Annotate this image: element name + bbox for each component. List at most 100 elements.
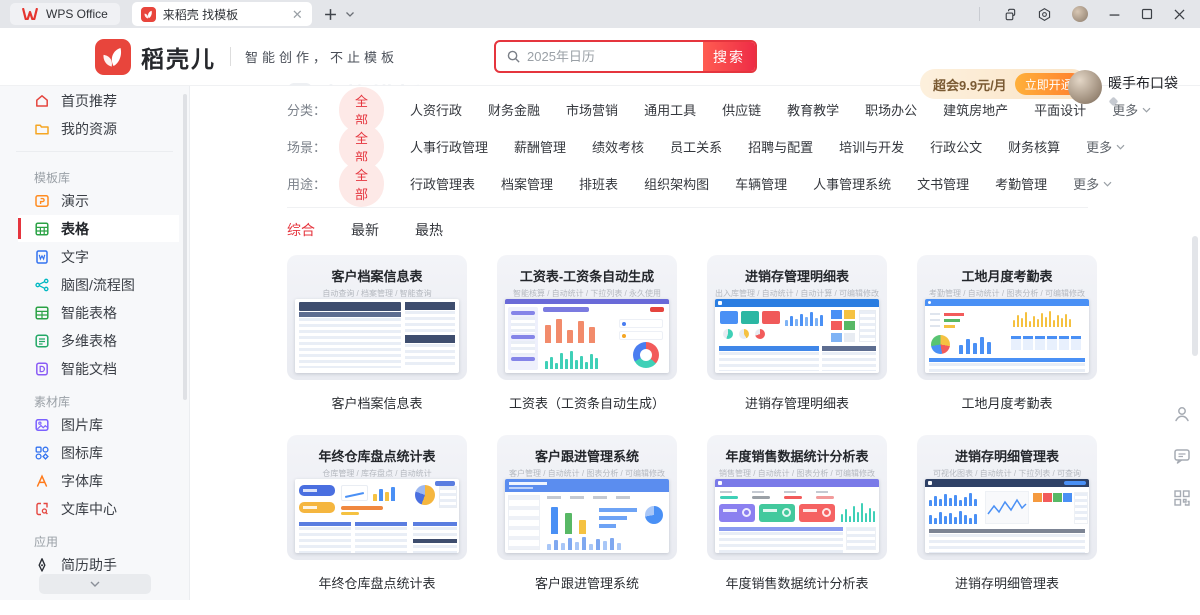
tab-wps-office[interactable]: WPS Office [10, 3, 120, 25]
sidebar-scrollbar-thumb[interactable] [183, 94, 187, 400]
qr-code-icon[interactable] [1172, 488, 1192, 508]
card-caption[interactable]: 年度销售数据统计分析表 [707, 560, 887, 615]
profile-icon[interactable] [1172, 404, 1192, 424]
card-subtitle: 考勤管理 / 自动统计 / 图表分析 / 可编辑修改 [917, 288, 1097, 299]
search-icon [506, 49, 521, 64]
tab-close-icon[interactable]: ✕ [292, 8, 303, 21]
card-preview [505, 479, 669, 553]
user-avatar[interactable] [1068, 70, 1102, 104]
filter-option[interactable]: 车辆管理 [735, 174, 787, 193]
tab-list-dropdown-icon[interactable] [345, 10, 355, 18]
folder-icon [34, 121, 50, 137]
sidebar-item-home[interactable]: 首页推荐 [18, 87, 179, 114]
window-layout-icon[interactable] [1002, 7, 1017, 22]
filter-option[interactable]: 人事管理系统 [813, 174, 891, 193]
card-caption[interactable]: 工资表（工资条自动生成） [497, 380, 677, 435]
template-card[interactable]: 年度销售数据统计分析表 销售管理 / 自动统计 / 图表分析 / 可编辑修改 [707, 435, 887, 615]
filter-option[interactable]: 通用工具 [644, 100, 696, 119]
search-input[interactable] [521, 49, 703, 64]
card-caption[interactable]: 进销存明细管理表 [917, 560, 1097, 615]
brand-tagline: 智能创作，不止模板 [230, 47, 398, 66]
card-caption[interactable]: 年终仓库盘点统计表 [287, 560, 467, 615]
card-thumbnail: 年终仓库盘点统计表 仓库管理 / 库存盘点 / 自动统计 [287, 435, 467, 560]
filter-option[interactable]: 财务金融 [488, 100, 540, 119]
filter-option[interactable]: 考勤管理 [995, 174, 1047, 193]
sidebar-item-spreadsheet[interactable]: 表格 [18, 215, 179, 242]
maximize-icon[interactable] [1141, 8, 1153, 20]
tab-docer[interactable]: 来稻壳 找模板 ✕ [132, 2, 312, 26]
sidebar-item-smart-sheet[interactable]: 智能表格 [18, 299, 179, 326]
template-card[interactable]: 客户档案信息表 自动查询 / 档案管理 / 智能查询 [287, 255, 467, 435]
filter-option[interactable]: 组织架构图 [644, 174, 709, 193]
filter-option[interactable]: 薪酬管理 [514, 137, 566, 156]
filter-option[interactable]: 职场办公 [865, 100, 917, 119]
template-card[interactable]: 工资表-工资条自动生成 智能核算 / 自动统计 / 下拉列表 / 永久使用 [497, 255, 677, 435]
titlebar-avatar[interactable] [1072, 6, 1088, 22]
card-subtitle: 出入库管理 / 自动统计 / 自动计算 / 可编辑修改 [707, 288, 887, 299]
filter-option[interactable]: 培训与开发 [839, 137, 904, 156]
filter-more-button[interactable]: 更多 [1073, 174, 1112, 193]
card-caption[interactable]: 客户跟进管理系统 [497, 560, 677, 615]
filter-option[interactable]: 财务核算 [1008, 137, 1060, 156]
sidebar-item-image-library[interactable]: 图片库 [18, 411, 179, 438]
filter-option[interactable]: 教育教学 [787, 100, 839, 119]
minimize-icon[interactable] [1108, 8, 1121, 21]
skin-theme-icon[interactable] [1037, 7, 1052, 22]
filter-option[interactable]: 文书管理 [917, 174, 969, 193]
filter-panel: 分类： 全部 人资行政 财务金融 市场营销 通用工具 供应链 教育教学 职场办公… [190, 86, 1200, 202]
sidebar-item-label: 表格 [61, 219, 89, 239]
filter-option[interactable]: 行政管理表 [410, 174, 475, 193]
filter-option[interactable]: 绩效考核 [592, 137, 644, 156]
sidebar-item-mindmap[interactable]: 脑图/流程图 [18, 271, 179, 298]
filter-option[interactable]: 员工关系 [670, 137, 722, 156]
filter-option[interactable]: 人资行政 [410, 100, 462, 119]
sidebar-item-font-library[interactable]: 字体库 [18, 467, 179, 494]
main-scrollbar-thumb[interactable] [1192, 236, 1198, 356]
sidebar-item-multidim-sheet[interactable]: 多维表格 [18, 327, 179, 354]
filter-option[interactable]: 档案管理 [501, 174, 553, 193]
sidebar-item-doc-center[interactable]: 文库中心 [18, 495, 179, 522]
filter-option[interactable]: 供应链 [722, 100, 761, 119]
template-card[interactable]: 工地月度考勤表 考勤管理 / 自动统计 / 图表分析 / 可编辑修改 [917, 255, 1097, 435]
sort-tab-hottest[interactable]: 最热 [415, 220, 443, 240]
icon-library-icon [34, 445, 50, 461]
card-caption[interactable]: 进销存管理明细表 [707, 380, 887, 435]
close-window-icon[interactable] [1173, 8, 1186, 21]
template-card[interactable]: 年终仓库盘点统计表 仓库管理 / 库存盘点 / 自动统计 [287, 435, 467, 615]
sidebar-item-document[interactable]: 文字 [18, 243, 179, 270]
card-thumbnail: 进销存明细管理表 可视化图表 / 自动统计 / 下拉列表 / 可查询 [917, 435, 1097, 560]
search-button[interactable]: 搜索 [703, 40, 755, 73]
sidebar-item-icon-library[interactable]: 图标库 [18, 439, 179, 466]
template-card[interactable]: 进销存管理明细表 出入库管理 / 自动统计 / 自动计算 / 可编辑修改 [707, 255, 887, 435]
new-tab-button[interactable] [324, 8, 337, 21]
filter-option[interactable]: 招聘与配置 [748, 137, 813, 156]
card-title: 进销存管理明细表 [707, 255, 887, 285]
sort-tab-newest[interactable]: 最新 [351, 220, 379, 240]
vip-banner[interactable]: 超会9.9元/月 立即开通 [920, 69, 1087, 99]
card-caption[interactable]: 工地月度考勤表 [917, 380, 1097, 435]
wps-logo-icon [22, 8, 39, 20]
card-subtitle: 仓库管理 / 库存盘点 / 自动统计 [287, 468, 467, 479]
image-library-icon [34, 417, 50, 433]
card-subtitle: 自动查询 / 档案管理 / 智能查询 [287, 288, 467, 299]
template-card[interactable]: 进销存明细管理表 可视化图表 / 自动统计 / 下拉列表 / 可查询 [917, 435, 1097, 615]
sidebar-item-smart-doc[interactable]: 智能文档 [18, 355, 179, 382]
sidebar-item-my-resources[interactable]: 我的资源 [18, 115, 179, 142]
filter-option-selected[interactable]: 全部 [339, 161, 384, 207]
docer-brand[interactable]: 稻壳儿 智能创作，不止模板 [95, 39, 398, 75]
filter-option[interactable]: 行政公文 [930, 137, 982, 156]
filter-option[interactable]: 排班表 [579, 174, 618, 193]
card-caption[interactable]: 客户档案信息表 [287, 380, 467, 435]
template-card[interactable]: 客户跟进管理系统 客户管理 / 自动统计 / 图表分析 / 可编辑修改 [497, 435, 677, 615]
sort-tab-comprehensive[interactable]: 综合 [287, 220, 315, 240]
sidebar-item-presentation[interactable]: 演示 [18, 187, 179, 214]
filter-option[interactable]: 市场营销 [566, 100, 618, 119]
filter-option[interactable]: 人事行政管理 [410, 137, 488, 156]
feedback-chat-icon[interactable] [1172, 446, 1192, 466]
card-preview [505, 299, 669, 373]
sidebar-collapse-button[interactable] [39, 574, 151, 594]
user-name[interactable]: 暖手布口袋 [1108, 73, 1178, 93]
filter-option[interactable]: 建筑房地产 [943, 100, 1008, 119]
filter-more-button[interactable]: 更多 [1086, 137, 1125, 156]
resume-pen-icon [34, 557, 50, 573]
